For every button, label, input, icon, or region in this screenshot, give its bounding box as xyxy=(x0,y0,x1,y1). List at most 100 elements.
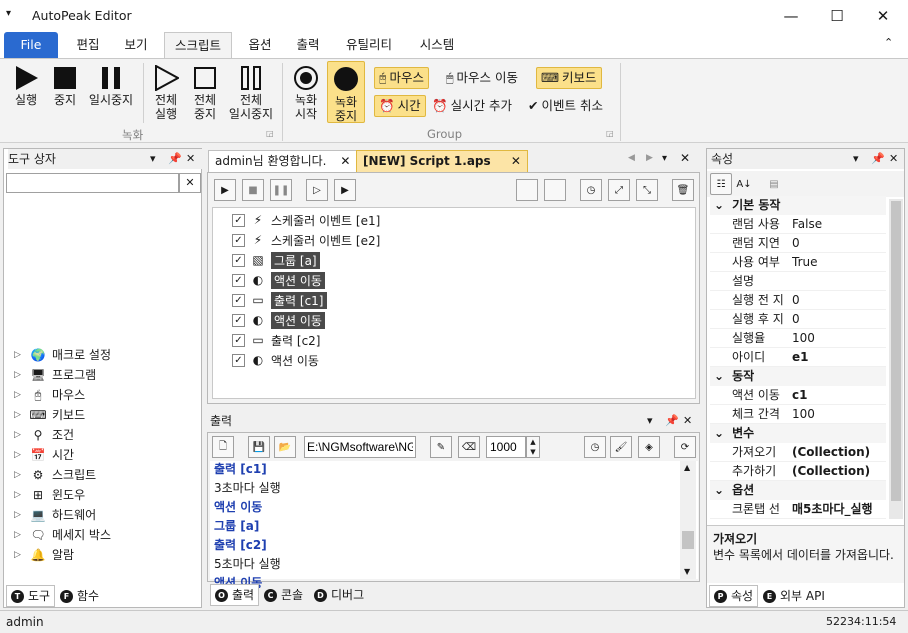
window-menu-icon[interactable]: ▾ xyxy=(6,8,11,19)
clean-icon[interactable]: ✎ xyxy=(430,436,452,458)
step-run-button[interactable]: ▷ xyxy=(306,179,328,201)
property-pages-icon[interactable]: ▤ xyxy=(763,173,785,195)
property-row[interactable]: 설명 xyxy=(710,272,886,291)
property-row[interactable]: 랜덤 사용 False xyxy=(710,215,886,234)
row-checkbox[interactable]: ✓ xyxy=(232,253,245,267)
collapse-arrow-icon[interactable]: ⌄ xyxy=(714,198,724,212)
editor-pause-button[interactable]: ❚❚ xyxy=(270,179,292,201)
tab-script[interactable]: [NEW] Script 1.aps ✕ xyxy=(356,150,528,172)
brush-icon[interactable]: 🖌 xyxy=(610,436,632,458)
collapse-icon[interactable]: ⤡ xyxy=(636,179,658,201)
expand-arrow-icon[interactable]: ▷ xyxy=(14,465,24,485)
property-row[interactable]: 실행 후 지 0 xyxy=(710,310,886,329)
tab-properties[interactable]: P 속성 xyxy=(709,585,759,607)
script-row-group[interactable]: ✓ ▧ 그룹 [a] xyxy=(232,250,320,270)
menu-options[interactable]: 옵션 xyxy=(240,32,280,58)
toolbox-item-script[interactable]: ▷ ⚙ 스크립트 xyxy=(14,465,96,485)
alphabetical-icon[interactable]: A↓ xyxy=(733,173,755,195)
properties-scrollbar[interactable] xyxy=(889,199,903,519)
row-checkbox[interactable]: ✓ xyxy=(232,333,245,347)
history-icon[interactable]: ◷ xyxy=(580,179,602,201)
property-value[interactable]: (Collection) xyxy=(792,443,886,462)
tab-close-icon[interactable]: ✕ xyxy=(511,154,521,168)
menu-view[interactable]: 보기 xyxy=(116,32,156,58)
pin-icon[interactable]: 📌 xyxy=(168,152,182,165)
row-checkbox[interactable]: ✓ xyxy=(232,213,245,227)
mouse-record-toggle[interactable]: 🖰 마우스 xyxy=(374,67,430,89)
pause-button[interactable]: 일시중지 xyxy=(86,65,136,107)
blank-tool-button[interactable] xyxy=(516,179,538,201)
property-category[interactable]: ⌄ 기본 동작 xyxy=(710,196,886,215)
pin-icon[interactable]: 📌 xyxy=(871,152,885,165)
property-value[interactable]: 0 xyxy=(792,310,886,329)
keyboard-record-toggle[interactable]: ⌨ 키보드 xyxy=(536,67,602,89)
row-checkbox[interactable]: ✓ xyxy=(232,353,245,367)
property-row[interactable]: 가져오기 (Collection) xyxy=(710,443,886,462)
output-path-field[interactable] xyxy=(304,436,416,458)
script-row-scheduler-event[interactable]: ✓ ⚡ 스케줄러 이벤트 [e2] xyxy=(232,230,380,250)
realtime-add-toggle[interactable]: ⏰ 실시간 추가 xyxy=(428,95,516,117)
toolbox-item-program[interactable]: ▷ 🖥 프로그램 xyxy=(14,365,96,385)
tab-debug[interactable]: D 디버그 xyxy=(310,584,368,606)
collapse-arrow-icon[interactable]: ⌄ xyxy=(714,426,724,440)
expand-arrow-icon[interactable]: ▷ xyxy=(14,545,24,565)
interval-input[interactable] xyxy=(486,436,526,458)
expand-arrow-icon[interactable]: ▷ xyxy=(14,525,24,545)
property-category[interactable]: ⌄ 동작 xyxy=(710,367,886,386)
fill-icon[interactable]: ◈ xyxy=(638,436,660,458)
open-folder-icon[interactable]: 📂 xyxy=(274,436,296,458)
scroll-down-icon[interactable]: ▼ xyxy=(684,567,690,576)
script-row-action-move[interactable]: ✓ ◐ 액션 이동 xyxy=(232,270,325,290)
row-checkbox[interactable]: ✓ xyxy=(232,313,245,327)
delete-icon[interactable]: 🗑 xyxy=(672,179,694,201)
save-icon[interactable]: 💾 xyxy=(248,436,270,458)
run-all-button[interactable]: 전체 실행 xyxy=(148,65,184,121)
toolbox-item-alarm[interactable]: ▷ 🔔 알람 xyxy=(14,545,74,565)
event-cancel-toggle[interactable]: ✔ 이벤트 취소 xyxy=(524,95,607,117)
script-row-output[interactable]: ✓ ▭ 출력 [c1] xyxy=(232,290,327,310)
menu-file[interactable]: File xyxy=(4,32,58,58)
toolbox-item-mouse[interactable]: ▷ 🖰 마우스 xyxy=(14,385,85,405)
expand-arrow-icon[interactable]: ▷ xyxy=(14,425,24,445)
collapse-ribbon-icon[interactable]: ⌃ xyxy=(884,36,893,49)
row-checkbox[interactable]: ✓ xyxy=(232,233,245,247)
property-row[interactable]: 크론탭 선 매5초마다_실행 xyxy=(710,500,886,519)
record-start-button[interactable]: 녹화 시작 xyxy=(288,65,324,121)
property-value[interactable]: c1 xyxy=(792,386,886,405)
pin-icon[interactable]: 📌 xyxy=(665,414,679,427)
property-category[interactable]: ⌄ 옵션 xyxy=(710,481,886,500)
output-scrollbar[interactable]: ▲ ▼ xyxy=(680,461,696,579)
dialog-launcher-icon[interactable]: ◲ xyxy=(266,129,274,138)
scroll-thumb[interactable] xyxy=(682,531,694,549)
property-value[interactable]: e1 xyxy=(792,348,886,367)
panel-menu-icon[interactable]: ▾ xyxy=(647,414,653,427)
time-record-toggle[interactable]: ⏰ 시간 xyxy=(374,95,426,117)
properties-scroll-thumb[interactable] xyxy=(891,201,901,501)
panel-close-icon[interactable]: ✕ xyxy=(683,414,692,427)
script-row-action-move[interactable]: ✓ ◐ 액션 이동 xyxy=(232,310,325,330)
maximize-button[interactable]: ☐ xyxy=(814,0,860,32)
search-clear-button[interactable]: ✕ xyxy=(179,173,201,193)
panel-menu-icon[interactable]: ▾ xyxy=(853,152,859,165)
toolbox-item-window[interactable]: ▷ ⊞ 윈도우 xyxy=(14,485,85,505)
tab-list-icon[interactable]: ▾ xyxy=(662,153,667,164)
run-button[interactable]: 실행 xyxy=(8,65,44,107)
panel-close-icon[interactable]: ✕ xyxy=(889,152,898,165)
toolbox-item-keyboard[interactable]: ▷ ⌨ 키보드 xyxy=(14,405,85,425)
tab-external-api[interactable]: E 외부 API xyxy=(759,585,829,607)
expand-icon[interactable]: ⤢ xyxy=(608,179,630,201)
script-row-output[interactable]: ✓ ▭ 출력 [c2] xyxy=(232,330,321,350)
tab-tools[interactable]: T 도구 xyxy=(6,585,56,607)
menu-system[interactable]: 시스템 xyxy=(410,32,464,58)
menu-utility[interactable]: 유틸리티 xyxy=(336,32,402,58)
property-row[interactable]: 사용 여부 True xyxy=(710,253,886,272)
property-value[interactable]: 0 xyxy=(792,291,886,310)
expand-arrow-icon[interactable]: ▷ xyxy=(14,505,24,525)
property-row[interactable]: 추가하기 (Collection) xyxy=(710,462,886,481)
toolbox-item-macro-settings[interactable]: ▷ 🌍 매크로 설정 xyxy=(14,345,111,365)
property-value[interactable]: (Collection) xyxy=(792,462,886,481)
toolbox-item-hardware[interactable]: ▷ 💻 하드웨어 xyxy=(14,505,96,525)
expand-arrow-icon[interactable]: ▷ xyxy=(14,485,24,505)
eraser-icon[interactable]: ⌫ xyxy=(458,436,480,458)
record-stop-button[interactable]: 녹화 중지 xyxy=(327,61,365,123)
